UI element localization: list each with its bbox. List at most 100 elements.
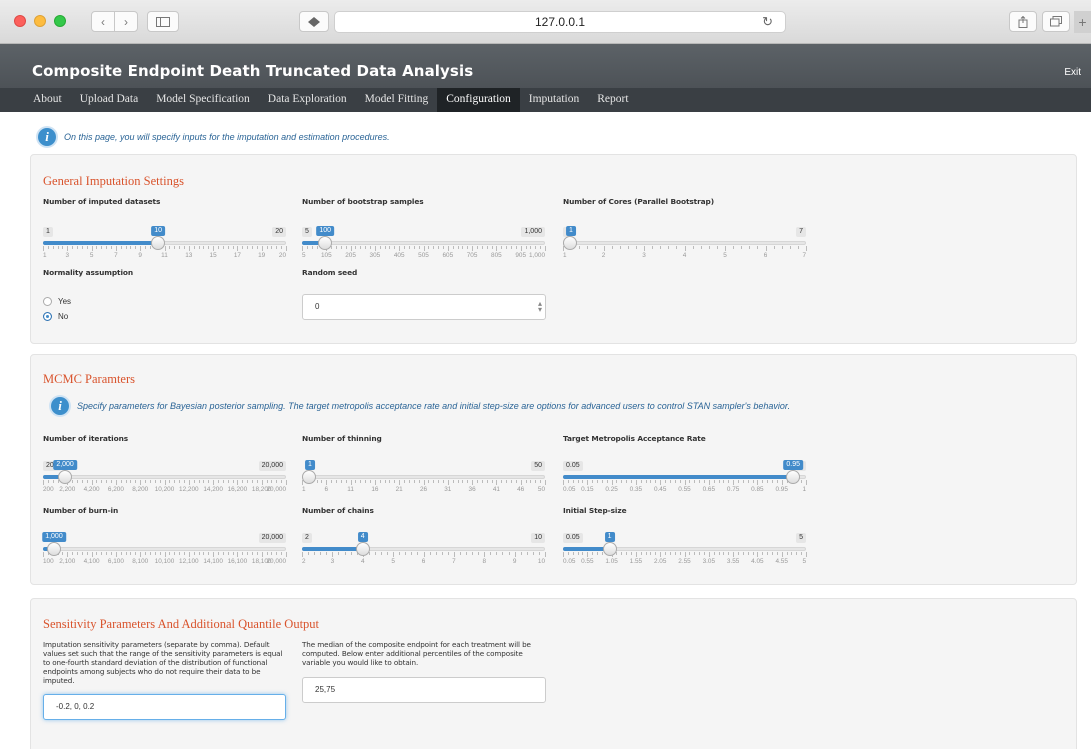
slider-handle[interactable] [355, 542, 370, 556]
slider-handle[interactable] [302, 470, 316, 484]
slider-tick [198, 246, 200, 249]
imputed-datasets-slider[interactable]: 1 20 1 3 5 7 9 11 13 15 17 19 20 10 [43, 225, 287, 263]
thinning-slider[interactable]: 50 1 6 11 16 21 26 31 36 41 46 50 1 [302, 459, 546, 497]
slider-tick [266, 552, 268, 555]
sidebar-toggle-button[interactable] [147, 11, 179, 32]
slider-grid-label: 50 [537, 486, 545, 493]
slider-tick [365, 480, 367, 483]
random-seed-input[interactable]: 0 ▴ ▾ [302, 294, 546, 320]
slider-tick [222, 552, 224, 555]
slider-tick [757, 552, 759, 557]
slider-tick [718, 480, 720, 483]
reload-icon[interactable]: ↻ [762, 14, 773, 30]
close-window-button[interactable] [14, 15, 26, 27]
minimize-window-button[interactable] [34, 15, 46, 27]
mcmc-panel: MCMC Paramters i Specify parameters for … [30, 354, 1077, 585]
show-tabs-button[interactable] [1042, 11, 1070, 32]
quantile-input[interactable]: 25,75 [302, 677, 546, 703]
slider-tick [679, 480, 681, 483]
tab-about[interactable]: About [0, 88, 71, 112]
slider-grid: 0.05 0.15 0.25 0.35 0.45 0.55 0.65 0.75 0.85 0.95… [563, 486, 806, 496]
slider-tick [668, 246, 670, 249]
slider-tick [399, 552, 401, 555]
slider-tick [520, 246, 522, 251]
slider-tick [423, 552, 425, 557]
slider-tick [741, 246, 743, 249]
slider-tick [655, 552, 657, 555]
normality-yes-option[interactable]: Yes [43, 297, 71, 306]
stepsize-label: Initial Step-size [563, 506, 627, 515]
tab-report[interactable]: Report [588, 88, 637, 112]
tab-data-exploration[interactable]: Data Exploration [259, 88, 356, 112]
slider-tick [91, 480, 93, 485]
slider-tick [540, 480, 542, 483]
slider-handle[interactable] [786, 470, 801, 484]
slider-grid-label: 905 [515, 252, 527, 259]
slider-handle[interactable] [602, 542, 617, 556]
burnin-slider[interactable]: 20,000 100 2,100 4,100 6,100 8,100 10,100 12,10… [42, 531, 287, 569]
slider-tick [125, 552, 127, 555]
slider-tick [130, 480, 132, 483]
stepsize-slider[interactable]: 0.05 5 0.05 0.55 1.05 1.55 2.05 2.55 3.05 3.55 4.0… [563, 531, 807, 569]
slider-handle[interactable] [151, 236, 166, 250]
slider-tick [360, 246, 362, 249]
slider-grid-label: 0.45 [653, 486, 667, 493]
radio-yes[interactable] [43, 297, 52, 306]
bootstrap-samples-slider[interactable]: 5 1,000 5 105 205 305 405 505 605 705 805 905 1,000 1… [302, 225, 546, 263]
zoom-window-button[interactable] [54, 15, 66, 27]
sensitivity-params-input[interactable]: -0.2, 0, 0.2 [43, 694, 286, 720]
chevron-right-icon: › [124, 14, 128, 29]
slider-tick [501, 480, 503, 483]
slider-tick [314, 552, 316, 555]
back-button[interactable]: ‹ [91, 11, 115, 32]
slider-handle[interactable] [318, 236, 333, 250]
slider-tick [496, 480, 498, 485]
spinner-arrows-icon[interactable]: ▴ ▾ [538, 300, 542, 314]
slider-tick [563, 552, 564, 557]
slider-tick [597, 480, 599, 483]
new-tab-button[interactable]: + [1074, 11, 1091, 33]
slider-handle[interactable] [58, 470, 73, 484]
tab-imputation[interactable]: Imputation [520, 88, 588, 112]
slider-grid-label: 20,000 [266, 486, 286, 493]
slider-tick [154, 480, 156, 483]
iterations-slider[interactable]: 200 20,000 200 2,200 4,200 6,200 8,200 10,200 12… [43, 459, 287, 497]
tab-model-fitting[interactable]: Model Fitting [356, 88, 438, 112]
slider-tick [496, 246, 498, 251]
slider-max-label: 10 [531, 533, 545, 543]
slider-tick [572, 480, 574, 483]
tab-configuration[interactable]: Configuration [437, 88, 520, 112]
normality-no-option[interactable]: No [43, 312, 68, 321]
slider-handle[interactable] [46, 542, 61, 556]
slider-tick [708, 246, 710, 249]
slider-tick [251, 552, 253, 555]
forward-button[interactable]: › [114, 11, 138, 32]
slider-tick [302, 246, 303, 251]
slider-tick [650, 480, 652, 483]
slider-tick [466, 552, 468, 555]
slider-handle[interactable] [563, 236, 577, 250]
slider-tick [806, 480, 807, 485]
slider-tick [62, 246, 64, 249]
privacy-button[interactable] [299, 11, 329, 32]
address-bar[interactable]: 127.0.0.1 ↻ [334, 11, 786, 33]
slider-tick [188, 246, 190, 251]
slider-tick [563, 480, 564, 485]
slider-tick [752, 552, 754, 555]
slider-grid-label: 205 [345, 252, 356, 259]
share-button[interactable] [1009, 11, 1037, 32]
slider-tick [645, 480, 647, 483]
slider-tick [149, 246, 151, 249]
slider-tick [491, 246, 493, 249]
radio-no[interactable] [43, 312, 52, 321]
slider-tick [96, 552, 98, 555]
tab-model-specification[interactable]: Model Specification [147, 88, 259, 112]
slider-tick [242, 246, 244, 249]
slider-tick [120, 246, 122, 249]
acceptance-rate-slider[interactable]: 0.05 1 0.05 0.15 0.25 0.35 0.45 0.55 0.65 0.75 0.8… [563, 459, 807, 497]
slider-grid-label: 8 [482, 558, 487, 565]
exit-link[interactable]: Exit [1064, 67, 1081, 78]
cores-slider[interactable]: 1712345671 [563, 225, 807, 263]
chains-slider[interactable]: 2 10 2 3 4 5 6 7 8 9 10 4 [302, 531, 546, 569]
tab-upload-data[interactable]: Upload Data [71, 88, 147, 112]
